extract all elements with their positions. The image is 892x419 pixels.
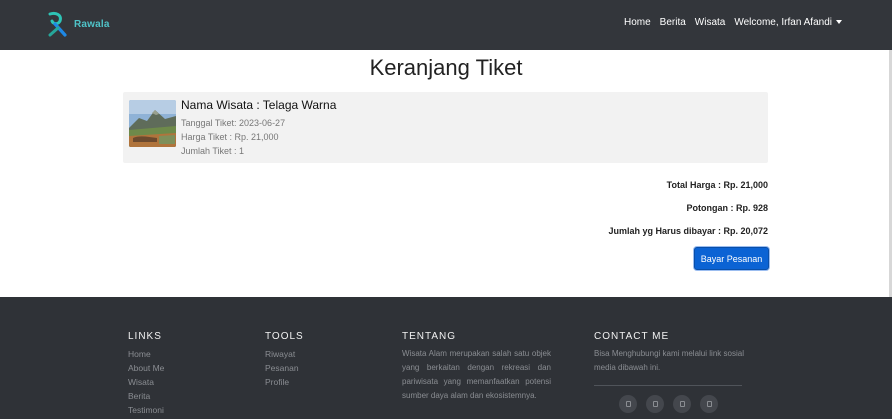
instagram-icon[interactable] — [646, 395, 664, 413]
footer-link-profile[interactable]: Profile — [265, 375, 385, 389]
brand-home-link[interactable]: Rawala — [46, 11, 110, 38]
nav-wisata[interactable]: Wisata — [695, 17, 726, 28]
footer-link-about[interactable]: About Me — [128, 361, 248, 375]
footer-tools-title: TOOLS — [265, 331, 304, 342]
destination-thumbnail — [129, 100, 176, 147]
rawala-logo-icon — [48, 11, 67, 37]
facebook-icon[interactable] — [619, 395, 637, 413]
footer-link-berita[interactable]: Berita — [128, 389, 248, 403]
ticket-price: Harga Tiket : Rp. 21,000 — [181, 132, 279, 142]
ticket-quantity: Jumlah Tiket : 1 — [181, 146, 245, 156]
user-menu-label: Welcome, Irfan Afandi — [734, 17, 832, 28]
footer-link-testimoni[interactable]: Testimoni — [128, 403, 248, 417]
footer-divider — [594, 385, 742, 386]
cart-item-card: Nama Wisata : Telaga Warna Tanggal Tiket… — [123, 92, 768, 163]
footer-contact-text: Bisa Menghubungi kami melalui link sosia… — [594, 349, 744, 372]
social-links — [619, 395, 718, 413]
footer-link-home[interactable]: Home — [128, 347, 248, 361]
youtube-icon[interactable] — [700, 395, 718, 413]
user-menu-dropdown[interactable]: Welcome, Irfan Afandi — [734, 17, 842, 28]
footer-link-riwayat[interactable]: Riwayat — [265, 347, 385, 361]
total-price: Total Harga : Rp. 21,000 — [666, 180, 768, 190]
top-navbar: Rawala Home Berita Wisata Welcome, Irfan… — [0, 0, 892, 50]
footer-contact-column: CONTACT ME Bisa Menghubungi kami melalui… — [594, 331, 744, 386]
footer-tools-column: TOOLS Riwayat Pesanan Profile — [265, 331, 385, 389]
nav-menu: Home Berita Wisata Welcome, Irfan Afandi — [624, 17, 842, 28]
footer-contact-title: CONTACT ME — [594, 331, 670, 342]
caret-down-icon — [836, 20, 842, 25]
pay-order-button[interactable]: Bayar Pesanan — [694, 247, 769, 270]
brand-name: Rawala — [74, 19, 110, 30]
footer-link-wisata[interactable]: Wisata — [128, 375, 248, 389]
nav-home[interactable]: Home — [624, 17, 651, 28]
nav-berita[interactable]: Berita — [660, 17, 686, 28]
mountain-lake-image — [129, 100, 176, 147]
discount: Potongan : Rp. 928 — [686, 203, 768, 213]
ticket-date: Tanggal Tiket: 2023-06-27 — [181, 118, 286, 128]
footer-about-title: TENTANG — [402, 331, 457, 342]
footer-about-column: TENTANG Wisata Alam merupakan salah satu… — [402, 331, 551, 403]
footer-link-pesanan[interactable]: Pesanan — [265, 361, 385, 375]
twitter-icon[interactable] — [673, 395, 691, 413]
footer-links-title: LINKS — [128, 331, 162, 342]
amount-to-pay: Jumlah yg Harus dibayar : Rp. 20,072 — [608, 226, 768, 236]
item-name: Nama Wisata : Telaga Warna — [181, 98, 337, 112]
footer-about-text: Wisata Alam merupakan salah satu objek y… — [402, 349, 551, 400]
footer-links-column: LINKS Home About Me Wisata Berita Testim… — [128, 331, 248, 417]
page-title: Keranjang Tiket — [369, 55, 523, 80]
